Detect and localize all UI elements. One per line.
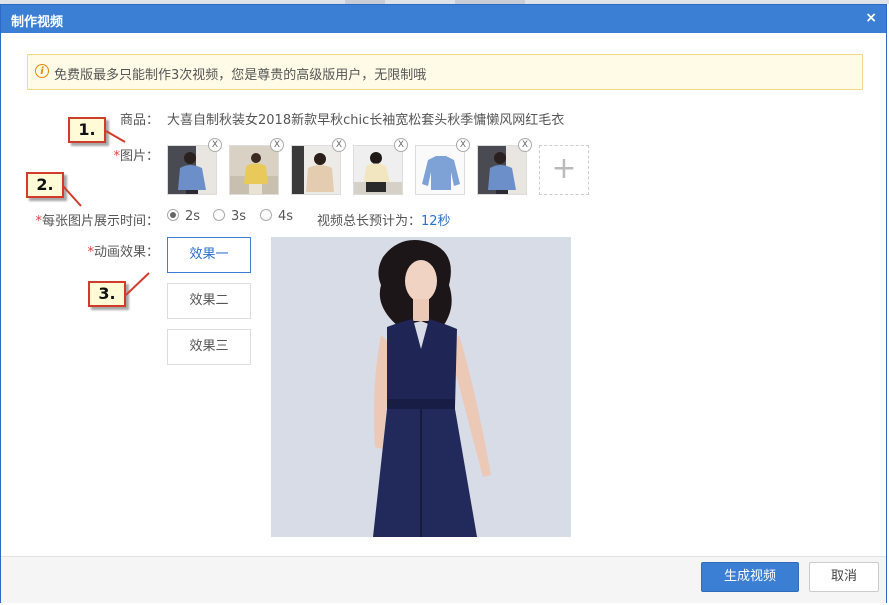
make-video-dialog: 制作视频 × i 免费版最多只能制作3次视频，您是尊贵的高级版用户，无限制哦 商…	[0, 4, 887, 603]
callout-arrows	[62, 130, 150, 296]
generate-video-button[interactable]: 生成视频	[701, 562, 799, 592]
cancel-button[interactable]: 取消	[809, 562, 879, 592]
